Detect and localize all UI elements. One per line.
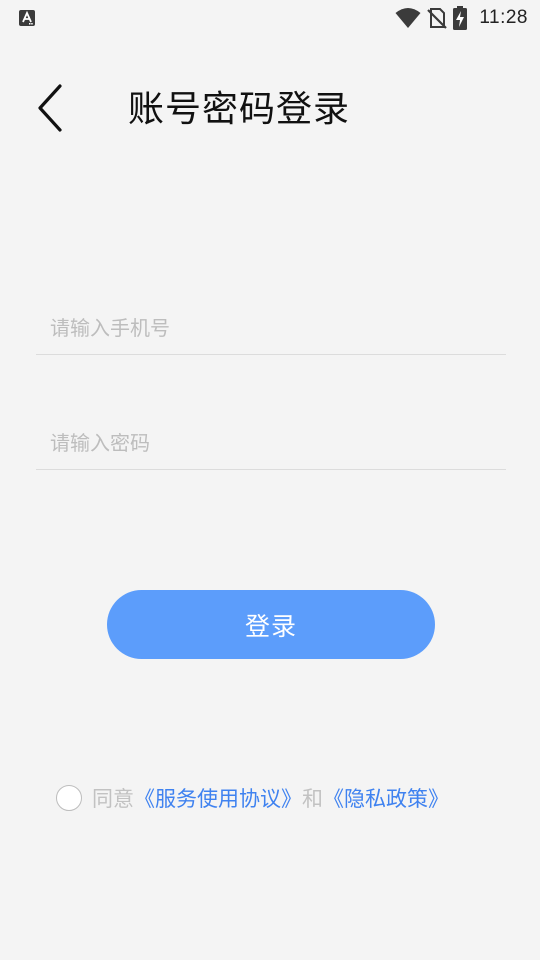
back-button[interactable] xyxy=(26,82,76,138)
login-button[interactable]: 登录 xyxy=(107,590,435,659)
app-notification-icon xyxy=(18,9,36,27)
phone-field xyxy=(36,294,506,355)
agreement: 同意 《服务使用协议》 和 《隐私政策》 xyxy=(56,781,449,815)
agree-connector: 和 xyxy=(302,787,323,811)
status-bar: 11:28 xyxy=(0,0,540,36)
wifi-icon xyxy=(395,7,421,29)
chevron-left-icon xyxy=(36,83,66,137)
privacy-policy-link[interactable]: 《隐私政策》 xyxy=(323,783,449,813)
phone-input[interactable] xyxy=(50,308,490,348)
page-title: 账号密码登录 xyxy=(128,89,351,130)
service-agreement-link[interactable]: 《服务使用协议》 xyxy=(134,783,302,813)
no-sim-icon xyxy=(427,7,448,29)
password-field xyxy=(36,409,506,470)
agree-checkbox[interactable] xyxy=(56,785,82,811)
status-time: 11:28 xyxy=(479,7,528,28)
agree-prefix: 同意 xyxy=(92,787,134,811)
password-input[interactable] xyxy=(50,423,490,463)
battery-charging-icon xyxy=(453,6,468,30)
